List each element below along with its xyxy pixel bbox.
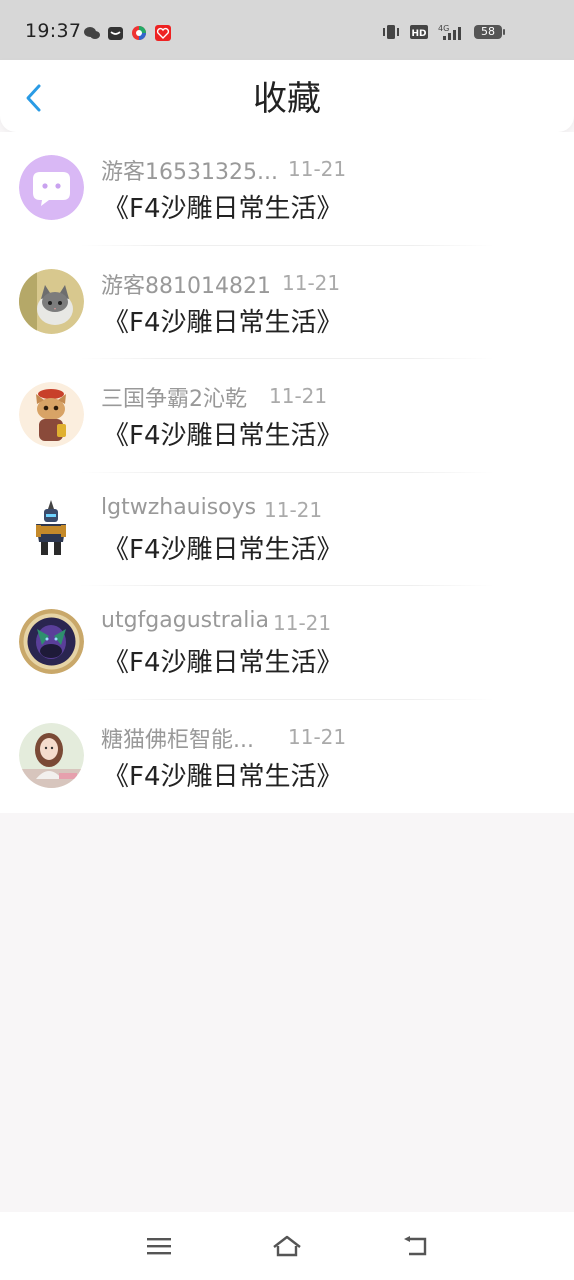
item-title: 《F4沙雕日常生活》	[103, 534, 343, 565]
battery-indicator: 58	[474, 25, 505, 39]
page-title: 收藏	[253, 79, 321, 119]
date: 11-21	[288, 157, 347, 181]
date: 11-21	[282, 270, 341, 295]
hd-label: HD	[411, 29, 426, 39]
date: 11-21	[264, 497, 323, 522]
item-title: 《F4沙雕日常生活》	[103, 648, 343, 678]
vibrate-icon	[383, 25, 399, 39]
date: 11-21	[288, 724, 347, 749]
user-name: utgfgagustralia	[101, 608, 269, 633]
user-name: 三国争霸2沁乾	[101, 387, 247, 412]
wechat-icon	[84, 27, 100, 39]
user-name: 游客881014821	[101, 273, 271, 299]
status-time: 19:37	[25, 20, 82, 42]
item-title: 《F4沙雕日常生活》	[103, 194, 343, 224]
armored-figure-avatar-icon	[19, 495, 84, 561]
item-title: 《F4沙雕日常生活》	[103, 761, 343, 792]
status-right: HD 4G 58	[382, 24, 505, 40]
girl-photo-avatar-icon	[19, 722, 84, 788]
list-item[interactable]: 游客16531325... 11-21 《F4沙雕日常生活》	[0, 132, 574, 246]
item-title: 《F4沙雕日常生活》	[103, 307, 343, 338]
date: 11-21	[269, 384, 328, 408]
hd-icon: HD	[410, 25, 428, 39]
heart-app-icon	[155, 25, 171, 41]
list-item[interactable]: 糖猫佛柜智能... 11-21 《F4沙雕日常生活》	[0, 700, 574, 814]
game-emblem-avatar-icon	[19, 609, 84, 674]
network-label: 4G	[438, 24, 449, 33]
page-header: 收藏	[0, 60, 574, 132]
app-color-icon	[132, 26, 146, 40]
cat-photo-avatar-icon	[19, 268, 84, 334]
favorites-list: 游客16531325... 11-21 《F4沙雕日常生活》 游客8810148…	[0, 132, 574, 813]
signal-icon: 4G	[438, 24, 461, 40]
user-name: 糖猫佛柜智能...	[101, 727, 254, 753]
status-bar: 19:37 HD 4G 58	[0, 0, 574, 60]
home-icon	[273, 1235, 301, 1257]
list-item[interactable]: 游客881014821 11-21 《F4沙雕日常生活》	[0, 246, 574, 359]
avatar[interactable]	[19, 155, 84, 220]
list-item[interactable]: 三国争霸2沁乾 11-21 《F4沙雕日常生活》	[0, 359, 574, 473]
status-app-icons	[84, 25, 171, 41]
user-name: lgtwzhauisoys	[101, 494, 257, 520]
menu-button[interactable]	[139, 1228, 179, 1264]
back-icon	[404, 1236, 427, 1256]
default-chat-avatar-icon	[19, 155, 84, 220]
user-name: 游客16531325...	[101, 160, 278, 185]
item-title: 《F4沙雕日常生活》	[103, 421, 343, 451]
list-item[interactable]: utgfgagustralia 11-21 《F4沙雕日常生活》	[0, 586, 574, 700]
avatar[interactable]	[19, 382, 84, 447]
menu-icon	[147, 1238, 171, 1255]
date: 11-21	[273, 611, 332, 635]
battery-level: 58	[481, 25, 495, 38]
system-nav-bar	[0, 1212, 574, 1280]
message-icon	[108, 26, 123, 40]
avatar[interactable]	[19, 495, 84, 561]
avatar[interactable]	[19, 609, 84, 674]
avatar[interactable]	[19, 268, 84, 334]
list-item[interactable]: lgtwzhauisoys 11-21 《F4沙雕日常生活》	[0, 473, 574, 586]
avatar[interactable]	[19, 722, 84, 788]
back-nav-button[interactable]	[395, 1228, 435, 1264]
home-button[interactable]	[267, 1228, 307, 1264]
cartoon-cat-avatar-icon	[19, 382, 84, 447]
